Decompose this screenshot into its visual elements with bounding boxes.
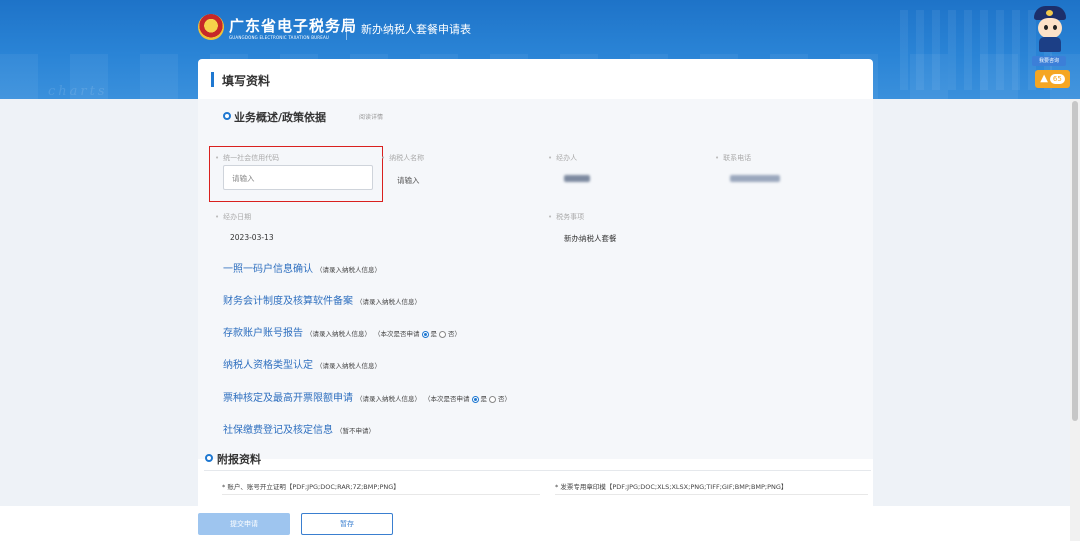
sub-item-name[interactable]: 票种核定及最高开票限额申请 <box>223 389 353 404</box>
credit-code-field[interactable] <box>223 165 373 190</box>
scrollbar-thumb[interactable] <box>1072 101 1078 421</box>
page-title: 新办纳税人套餐申请表 <box>361 23 471 36</box>
attachment-invoice-seal-label: * 发票专用章印模【PDF;JPG;DOC;XLS;XLSX;PNG;TIFF;… <box>555 483 788 491</box>
date-value: 2023-03-13 <box>230 233 274 242</box>
sub-item-invoice-quota[interactable]: 票种核定及最高开票限额申请 （请录入纳税人信息） （本次是否申请 是 否） <box>223 389 511 404</box>
radio-yes[interactable] <box>471 395 479 403</box>
header-divider <box>346 18 347 40</box>
taxpayer-name-value: 请输入 <box>397 176 420 185</box>
sub-item-license-info[interactable]: 一照一码户信息确认 （请录入纳税人信息） <box>223 260 381 275</box>
tax-officer-mascot-icon[interactable] <box>1030 6 1070 52</box>
brand-subtitle: GUANGDONG ELECTRONIC TAXATION BUREAU <box>229 35 330 40</box>
sub-item-name[interactable]: 财务会计制度及核算软件备案 <box>223 292 353 307</box>
sub-item-name[interactable]: 一照一码户信息确认 <box>223 260 313 275</box>
sub-item-note: （请录入纳税人信息） <box>356 395 421 403</box>
section-title: 填写资料 <box>222 74 271 88</box>
apply-radio-group: （本次是否申请 是 否） <box>374 330 461 338</box>
sub-item-name[interactable]: 纳税人资格类型认定 <box>223 356 313 371</box>
tax-matter-label: • 税务事项 <box>548 213 585 221</box>
warning-icon: ▲ <box>1040 73 1048 84</box>
sub-item-note: （请录入纳税人信息） <box>316 362 381 370</box>
business-bullet-icon <box>223 112 231 120</box>
sub-item-note: （请录入纳税人信息） <box>306 330 371 338</box>
banner-watermark: charts <box>48 84 108 99</box>
read-details-link[interactable]: 阅读详情 <box>359 112 383 121</box>
attachments-divider <box>204 470 871 471</box>
submit-button[interactable]: 提交申请 <box>198 513 290 535</box>
credit-code-input[interactable] <box>224 167 372 190</box>
tax-matter-value: 新办纳税人套餐 <box>564 234 617 243</box>
radio-no[interactable] <box>489 395 496 403</box>
business-title: 业务概述/政策依据 <box>234 111 327 124</box>
attachment-upload-area[interactable] <box>555 494 868 495</box>
attachments-bullet-icon <box>205 454 213 462</box>
phone-value-redacted <box>730 175 780 182</box>
taxpayer-name-label: • 纳税人名称 <box>381 154 425 162</box>
sub-item-note: （暂不申请） <box>336 427 375 435</box>
alert-badge[interactable]: ▲ 65 <box>1035 70 1070 88</box>
sub-item-accounting-filing[interactable]: 财务会计制度及核算软件备案 （请录入纳税人信息） <box>223 292 421 307</box>
date-label: • 经办日期 <box>215 213 252 221</box>
tax-emblem-icon[interactable] <box>198 14 224 40</box>
attachment-upload-area[interactable] <box>222 494 540 495</box>
apply-radio-group: （本次是否申请 是 否） <box>424 395 511 403</box>
form-card: 填写资料 <box>198 59 873 506</box>
sub-item-social-insurance[interactable]: 社保缴费登记及核定信息 （暂不申请） <box>223 421 375 436</box>
alert-count: 65 <box>1049 74 1065 84</box>
section-accent-bar <box>211 72 214 87</box>
brand-title[interactable]: 广东省电子税务局 <box>229 15 357 36</box>
card-header: 填写资料 <box>198 59 873 99</box>
attachment-bank-proof-label: * 账户、账号开立证明【PDF;JPG;DOC;RAR;7Z;BMP;PNG】 <box>222 483 400 491</box>
sub-item-note: （请录入纳税人信息） <box>316 266 381 274</box>
radio-no[interactable] <box>439 330 446 338</box>
agent-value-redacted <box>564 175 590 182</box>
attachments-title: 附报资料 <box>217 453 261 466</box>
sub-item-name[interactable]: 社保缴费登记及核定信息 <box>223 421 333 436</box>
sub-item-note: （请录入纳税人信息） <box>356 298 421 306</box>
save-draft-button[interactable]: 暂存 <box>301 513 393 535</box>
sub-item-bank-account[interactable]: 存款账户账号报告 （请录入纳税人信息） （本次是否申请 是 否） <box>223 324 461 339</box>
consult-button[interactable]: 我要咨询 <box>1032 56 1066 66</box>
phone-label: • 联系电话 <box>715 154 752 162</box>
sub-item-taxpayer-qualification[interactable]: 纳税人资格类型认定 （请录入纳税人信息） <box>223 356 381 371</box>
radio-yes[interactable] <box>421 330 429 338</box>
page-scrollbar[interactable] <box>1070 99 1080 541</box>
sub-item-name[interactable]: 存款账户账号报告 <box>223 324 303 339</box>
footer-bar <box>0 506 1070 541</box>
agent-label: • 经办人 <box>548 154 578 162</box>
